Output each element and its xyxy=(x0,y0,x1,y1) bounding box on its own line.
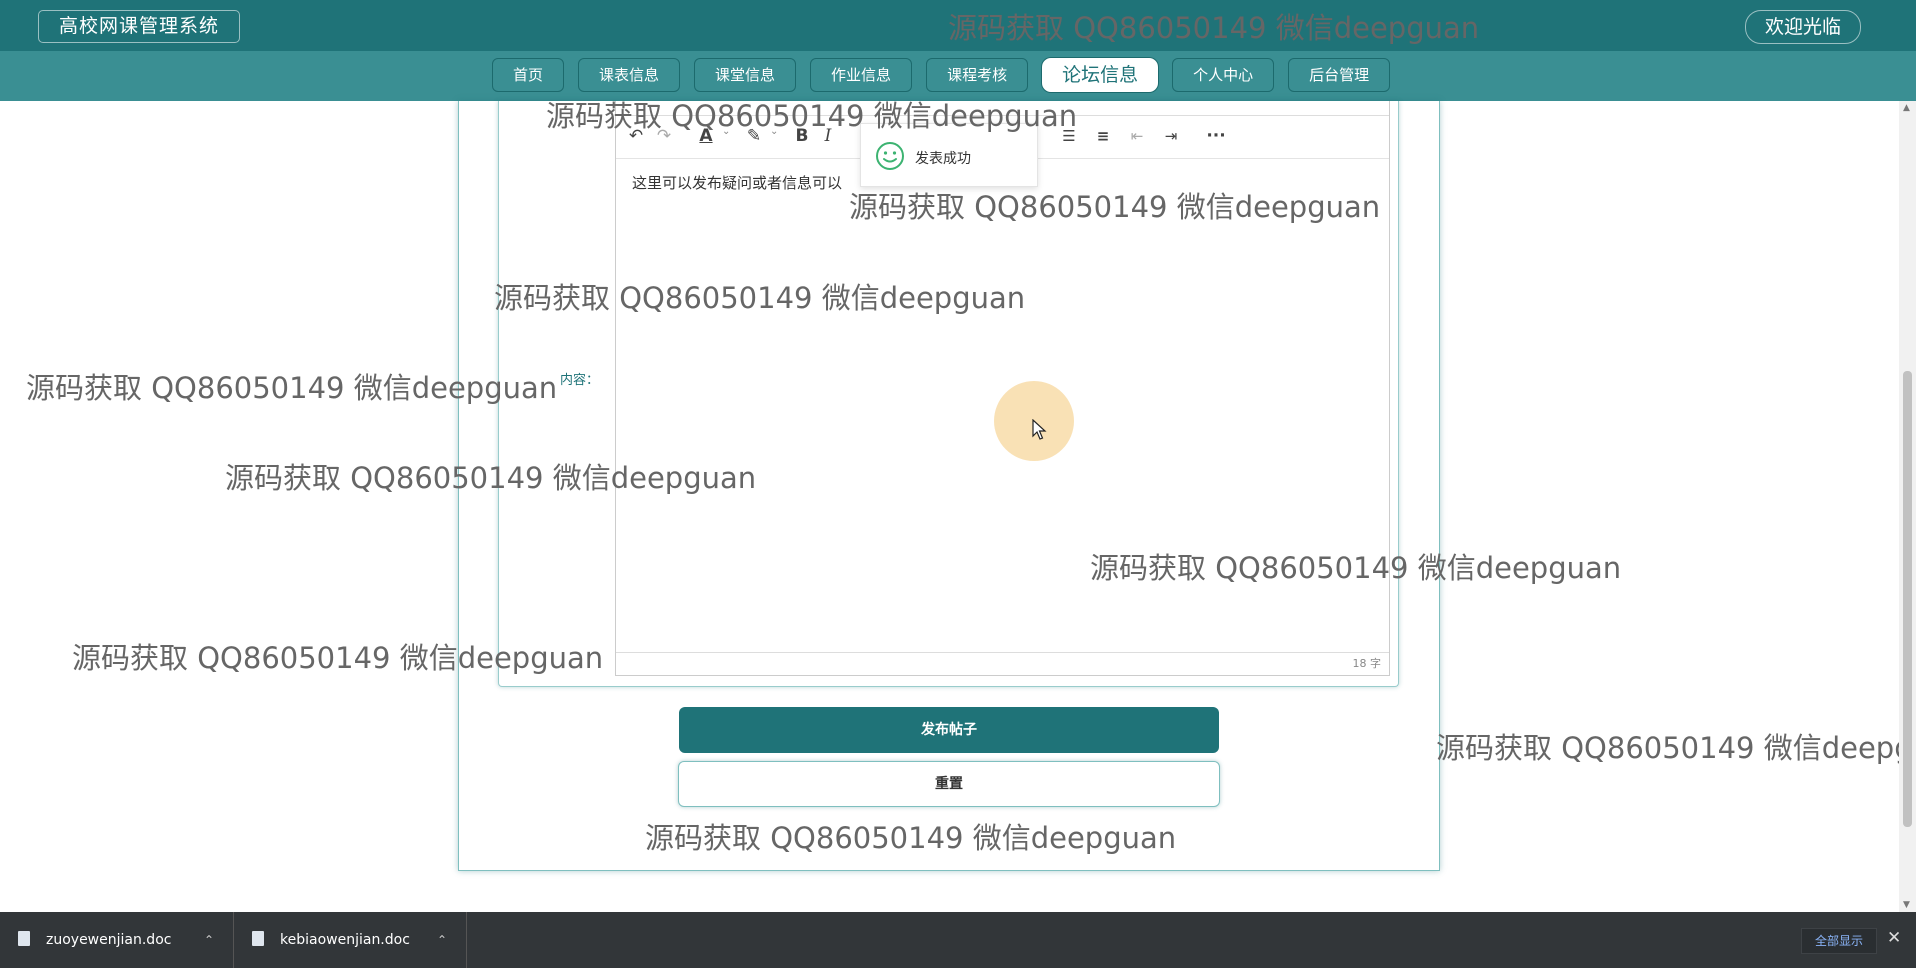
redo-icon[interactable]: ↷ xyxy=(652,124,676,148)
nav-item-forum[interactable]: 论坛信息 xyxy=(1042,58,1159,92)
download-bar: zuoyewenjian.doc ⌃ kebiaowenjian.doc ⌃ 全… xyxy=(0,912,1916,968)
chevron-down-icon[interactable]: ⌄ xyxy=(722,126,730,137)
nav-bar: 首页 课表信息 课堂信息 作业信息 课程考核 论坛信息 个人中心 后台管理 xyxy=(0,51,1916,101)
nav-item-profile[interactable]: 个人中心 xyxy=(1172,58,1275,92)
justify-icon[interactable]: ≡ xyxy=(1091,124,1115,148)
font-color-icon[interactable]: A xyxy=(694,124,718,148)
reset-button[interactable]: 重置 xyxy=(678,761,1220,807)
nav-menu: 首页 课表信息 课堂信息 作业信息 课程考核 论坛信息 个人中心 后台管理 xyxy=(492,58,1391,92)
show-all-button[interactable]: 全部显示 xyxy=(1801,928,1877,954)
undo-icon[interactable]: ↶ xyxy=(624,124,648,148)
nav-item-home[interactable]: 首页 xyxy=(492,58,565,92)
rich-text-editor[interactable]: ↶ ↷ A ⌄ ✎ ⌄ B I ☰ ≡ ⇤ ⇥ ··· 这里可以发布疑问或者信息… xyxy=(615,101,1390,676)
chevron-up-icon[interactable]: ⌃ xyxy=(437,912,447,968)
nav-item-classroom[interactable]: 课堂信息 xyxy=(694,58,797,92)
more-icon[interactable]: ··· xyxy=(1204,124,1228,148)
close-icon[interactable]: ✕ xyxy=(1887,928,1901,948)
download-item[interactable]: kebiaowenjian.doc ⌃ xyxy=(234,912,467,968)
download-filename: zuoyewenjian.doc xyxy=(46,932,172,948)
download-filename: kebiaowenjian.doc xyxy=(280,932,410,948)
welcome-button[interactable]: 欢迎光临 xyxy=(1744,10,1861,44)
scroll-up-icon[interactable]: ▲ xyxy=(1903,103,1910,113)
align-right-icon[interactable]: ☰ xyxy=(1057,124,1081,148)
outdent-icon[interactable]: ⇤ xyxy=(1125,124,1149,148)
success-toast: 发表成功 xyxy=(860,123,1038,187)
highlight-icon[interactable]: ✎ xyxy=(742,124,766,148)
nav-item-assessment[interactable]: 课程考核 xyxy=(926,58,1029,92)
chevron-up-icon[interactable]: ⌃ xyxy=(204,912,214,968)
scroll-down-icon[interactable]: ▼ xyxy=(1903,900,1910,910)
chevron-down-icon[interactable]: ⌄ xyxy=(770,126,778,137)
content-label: 内容： xyxy=(560,373,600,388)
scroll-thumb[interactable] xyxy=(1903,371,1912,827)
download-item[interactable]: zuoyewenjian.doc ⌃ xyxy=(0,912,234,968)
italic-icon[interactable]: I xyxy=(816,124,840,148)
page-scrollbar[interactable]: ▲ ▼ xyxy=(1899,101,1916,912)
editor-content[interactable]: 这里可以发布疑问或者信息可以 xyxy=(632,172,842,193)
smile-icon xyxy=(876,142,904,170)
publish-post-button[interactable]: 发布帖子 xyxy=(679,707,1219,753)
indent-icon[interactable]: ⇥ xyxy=(1159,124,1183,148)
bold-icon[interactable]: B xyxy=(790,124,814,148)
document-icon xyxy=(252,931,264,946)
nav-item-admin[interactable]: 后台管理 xyxy=(1288,58,1391,92)
editor-footer: 18 字 xyxy=(616,652,1389,675)
nav-item-homework[interactable]: 作业信息 xyxy=(810,58,913,92)
mouse-cursor-icon xyxy=(1032,419,1047,440)
brand-title[interactable]: 高校网课管理系统 xyxy=(38,10,241,43)
toast-message: 发表成功 xyxy=(915,151,971,167)
watermark: 源码获取 QQ86050149 微信deepguan xyxy=(1436,731,1899,765)
top-header: 高校网课管理系统 欢迎光临 xyxy=(0,0,1916,51)
nav-item-schedule[interactable]: 课表信息 xyxy=(578,58,681,92)
document-icon xyxy=(18,931,30,946)
word-count: 18 字 xyxy=(1352,657,1382,670)
